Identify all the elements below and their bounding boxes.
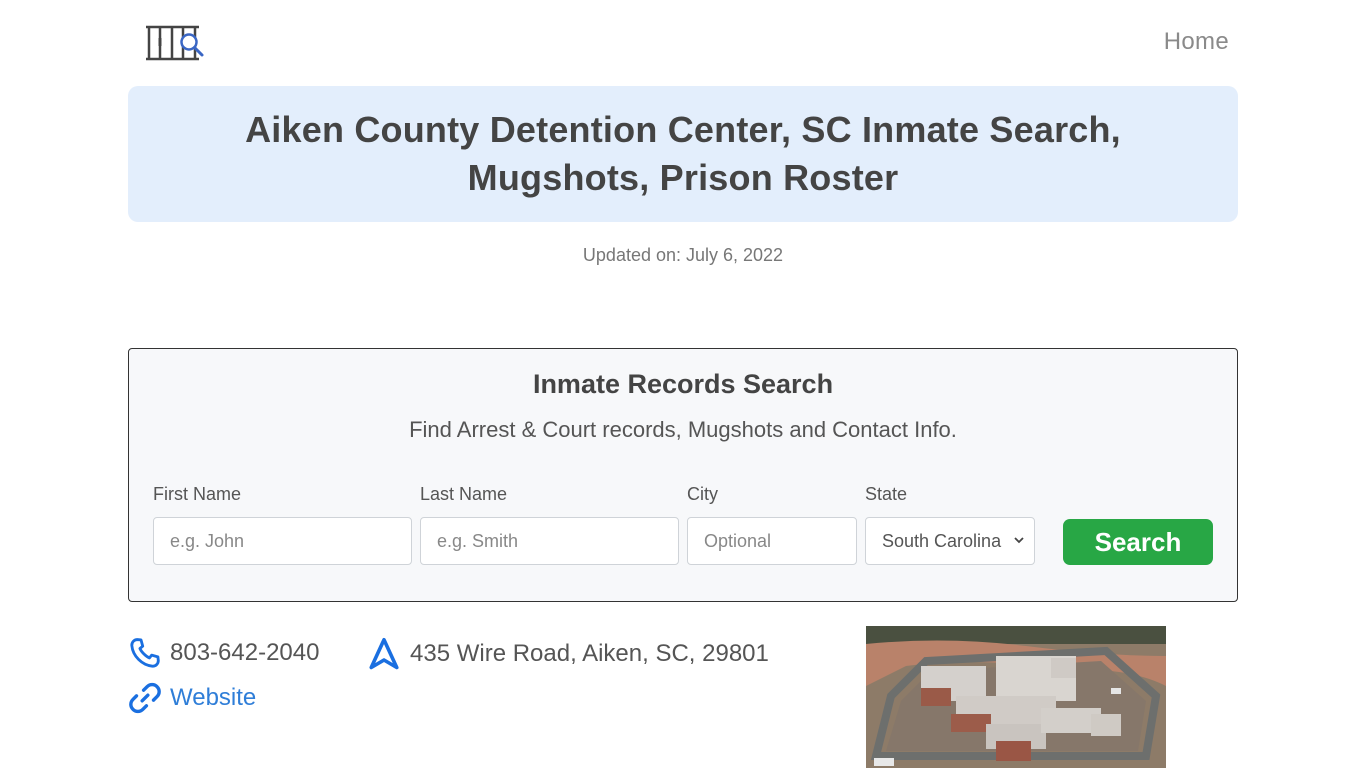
state-label: State	[865, 484, 908, 504]
updated-date: Updated on: July 6, 2022	[582, 245, 784, 265]
hero-banner: Aiken County Detention Center, SC Inmate…	[128, 86, 1238, 222]
city-field: City	[687, 483, 857, 565]
site-logo[interactable]	[145, 22, 207, 64]
phone-number[interactable]: 803-642-2040	[170, 639, 319, 667]
facility-photo	[866, 626, 1166, 768]
nav-home-link[interactable]: Home	[1164, 28, 1229, 56]
facility-aerial-image	[866, 626, 1166, 768]
address-contact: 435 Wire Road, Aiken, SC, 29801	[366, 636, 769, 672]
page-title: Aiken County Detention Center, SC Inmate…	[245, 106, 1121, 202]
page-title-line-2: Mugshots, Prison Roster	[467, 157, 899, 198]
inmate-search-form: Inmate Records Search Find Arrest & Cour…	[128, 348, 1238, 602]
state-select-wrapper: South Carolina	[865, 517, 1035, 565]
state-field: State South Carolina	[865, 483, 1035, 565]
state-select[interactable]: South Carolina	[865, 517, 1035, 565]
search-button[interactable]: Search	[1063, 519, 1213, 565]
last-name-label: Last Name	[420, 484, 508, 504]
last-name-input[interactable]	[420, 517, 679, 565]
city-label: City	[687, 484, 718, 504]
search-subtitle: Find Arrest & Court records, Mugshots an…	[409, 417, 957, 442]
first-name-field: First Name	[153, 483, 412, 565]
phone-contact: 803-642-2040	[128, 636, 319, 670]
page-title-line-1: Aiken County Detention Center, SC Inmate…	[245, 109, 1121, 150]
address-text: 435 Wire Road, Aiken, SC, 29801	[410, 640, 769, 667]
phone-icon	[130, 638, 160, 668]
city-input[interactable]	[687, 517, 857, 565]
jail-bars-search-icon	[146, 25, 204, 61]
first-name-input[interactable]	[153, 517, 412, 565]
website-contact: Website	[128, 681, 256, 715]
website-link[interactable]: Website	[170, 684, 256, 712]
last-name-field: Last Name	[420, 483, 679, 565]
link-icon	[129, 682, 161, 714]
navigation-arrow-icon	[369, 637, 399, 670]
first-name-label: First Name	[153, 484, 242, 504]
search-title: Inmate Records Search	[532, 369, 834, 399]
